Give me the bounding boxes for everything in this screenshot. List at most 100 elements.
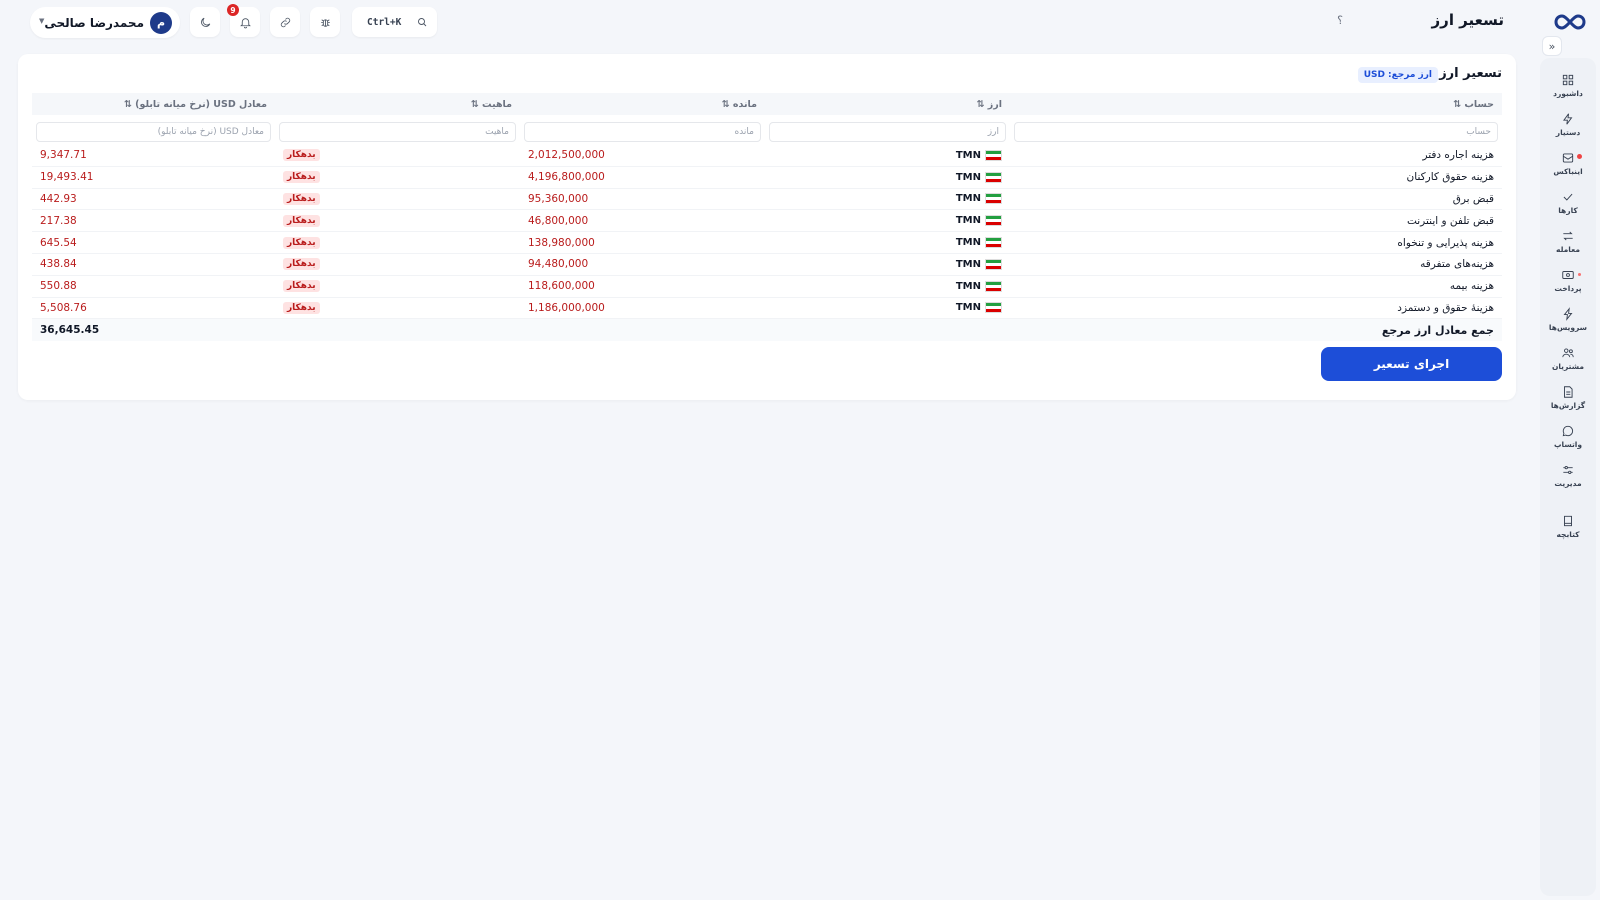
total-label: جمع معادل ارز مرجع — [1381, 323, 1494, 337]
filter-cell-balance — [520, 119, 765, 142]
column-header-account[interactable]: حساب ⇅ — [1010, 93, 1502, 115]
nature-cell: بدهکار — [275, 301, 520, 314]
payment-dot — [1578, 273, 1581, 276]
filter-cell-usd — [32, 119, 275, 142]
account-cell: قبض برق — [1452, 192, 1494, 205]
column-header-balance[interactable]: مانده ⇅ — [520, 93, 765, 115]
sidebar-item-label: مشتریان — [1551, 362, 1585, 371]
table-row[interactable]: قبض تلفن و اینترنت TMN 46,800,000 بدهکار… — [32, 210, 1502, 233]
account-cell: هزینه بیمه — [1449, 280, 1494, 293]
table-row[interactable]: هزینهٔ حقوق و دستمزد TMN 1,186,000,000 ب… — [32, 298, 1502, 320]
user-menu[interactable]: ▼ محمدرضا صالحی م — [30, 7, 180, 38]
collapse-sidebar-button[interactable]: » — [1542, 36, 1562, 56]
book-icon — [1564, 515, 1572, 527]
usd-equivalent-cell: 442.93 — [40, 192, 77, 205]
nature-cell: بدهکار — [275, 236, 520, 249]
usd-equivalent-cell: 9,347.71 — [40, 149, 87, 162]
filter-usd-input[interactable] — [36, 121, 271, 142]
sidebar-item-inbox[interactable]: اینباکس — [1540, 144, 1596, 183]
sidebar-item-label: دستیار — [1555, 128, 1581, 137]
search-shortcut: Ctrl+K — [367, 16, 402, 28]
currency-cell: TMN — [765, 149, 1010, 161]
filter-nature-input[interactable] — [279, 121, 516, 142]
usd-equivalent-cell: 550.88 — [40, 280, 77, 293]
iran-flag-icon — [985, 215, 1002, 227]
filter-account-input[interactable] — [1014, 121, 1498, 142]
sidebar-item-assistant[interactable]: دستیار — [1540, 105, 1596, 144]
usd-equivalent-cell: 438.84 — [40, 258, 77, 271]
sidebar-item-tasks[interactable]: کارها — [1540, 183, 1596, 222]
iran-flag-icon — [985, 258, 1002, 270]
sidebar-item-label: پرداخت — [1554, 284, 1582, 293]
sidebar-item-label: کارها — [1558, 206, 1578, 215]
sidebar-item-handbook[interactable]: کتابچه — [1540, 507, 1596, 546]
table-row[interactable]: هزینه اجاره دفتر TMN 2,012,500,000 بدهکا… — [32, 145, 1502, 167]
table-row[interactable]: هزینه بیمه TMN 118,600,000 بدهکار 550.88 — [32, 276, 1502, 298]
table-body: هزینه اجاره دفتر TMN 2,012,500,000 بدهکا… — [32, 145, 1502, 320]
sidebar-item-customers[interactable]: مشتریان — [1540, 339, 1596, 378]
balance-cell: 95,360,000 — [528, 192, 589, 205]
nature-cell: بدهکار — [275, 149, 520, 162]
account-cell: هزینه حقوق کارکنان — [1406, 171, 1494, 184]
table-row[interactable]: قبض برق TMN 95,360,000 بدهکار 442.93 — [32, 189, 1502, 211]
users-icon — [1562, 348, 1574, 358]
table-row[interactable]: هزینه پذیرایی و تنخواه TMN 138,980,000 ب… — [32, 232, 1502, 254]
run-revaluation-button[interactable]: اجرای تسعیر — [1321, 347, 1502, 381]
search-icon — [418, 18, 427, 27]
notification-badge: 9 — [227, 4, 239, 16]
moon-icon — [200, 17, 210, 27]
page-title: تسعیر ارز — [1431, 11, 1504, 29]
nature-cell: بدهکار — [275, 258, 520, 271]
top-bar: ▼ محمدرضا صالحی م 9 Ctrl+K ؟ تسعیر ارز — [0, 0, 1536, 44]
nature-badge: بدهکار — [283, 171, 320, 184]
sidebar-item-services[interactable]: سرویس‌ها — [1540, 300, 1596, 339]
bell-icon — [239, 17, 251, 28]
account-cell: هزینه پذیرایی و تنخواه — [1397, 236, 1494, 249]
usd-equivalent-cell: 645.54 — [40, 236, 77, 249]
sidebar-item-management[interactable]: مدیریت — [1540, 456, 1596, 495]
theme-toggle-button[interactable] — [190, 7, 220, 37]
link-icon — [280, 17, 290, 27]
currency-code: TMN — [955, 171, 981, 183]
nature-badge: بدهکار — [283, 192, 320, 205]
filter-balance-input[interactable] — [524, 121, 761, 142]
sidebar-item-deal[interactable]: معامله — [1540, 222, 1596, 261]
sidebar-item-payment[interactable]: پرداخت — [1540, 261, 1596, 300]
sidebar-item-whatsapp[interactable]: واتساپ — [1540, 417, 1596, 456]
usd-equivalent-cell: 19,493.41 — [40, 171, 94, 184]
notifications-button[interactable]: 9 — [227, 4, 260, 37]
nature-badge: بدهکار — [283, 214, 320, 227]
nature-badge: بدهکار — [283, 258, 320, 271]
card-title: تسعیر ارز — [1439, 66, 1502, 81]
search-button[interactable]: Ctrl+K — [352, 7, 437, 37]
nature-badge: بدهکار — [283, 236, 320, 249]
sidebar-item-dashboard[interactable]: داشبورد — [1540, 66, 1596, 105]
account-cell: هزینه اجاره دفتر — [1422, 149, 1494, 162]
column-header-usd-equivalent[interactable]: معادل USD (نرخ میانه تابلو) ⇅ — [32, 93, 275, 115]
nature-badge: بدهکار — [283, 280, 320, 293]
iran-flag-icon — [985, 237, 1002, 249]
column-header-nature[interactable]: ماهیت ⇅ — [275, 93, 520, 115]
bug-report-button[interactable] — [310, 7, 340, 37]
double-chevron-icon: » — [1548, 39, 1556, 53]
cash-icon — [1562, 271, 1574, 279]
currency-cell: TMN — [765, 171, 1010, 183]
table-row[interactable]: هزینه‌های متفرقه TMN 94,480,000 بدهکار 4… — [32, 254, 1502, 276]
swap-icon — [1563, 231, 1573, 241]
sidebar-item-reports[interactable]: گزارش‌ها — [1540, 378, 1596, 417]
nature-badge: بدهکار — [283, 301, 320, 314]
sidebar-item-label: مدیریت — [1554, 479, 1582, 488]
column-header-currency[interactable]: ارز ⇅ — [765, 93, 1010, 115]
nature-badge: بدهکار — [283, 149, 320, 162]
iran-flag-icon — [985, 171, 1002, 183]
flash-icon — [1563, 307, 1573, 321]
filter-currency-input[interactable] — [769, 121, 1006, 142]
link-button[interactable] — [270, 7, 300, 37]
balance-cell: 118,600,000 — [528, 280, 595, 293]
table-row[interactable]: هزینه حقوق کارکنان TMN 4,196,800,000 بده… — [32, 167, 1502, 189]
nature-cell: بدهکار — [275, 214, 520, 227]
check-icon — [1563, 193, 1573, 201]
help-icon[interactable]: ؟ — [1332, 14, 1348, 30]
report-icon — [1564, 386, 1573, 398]
usd-equivalent-cell: 5,508.76 — [40, 301, 87, 314]
